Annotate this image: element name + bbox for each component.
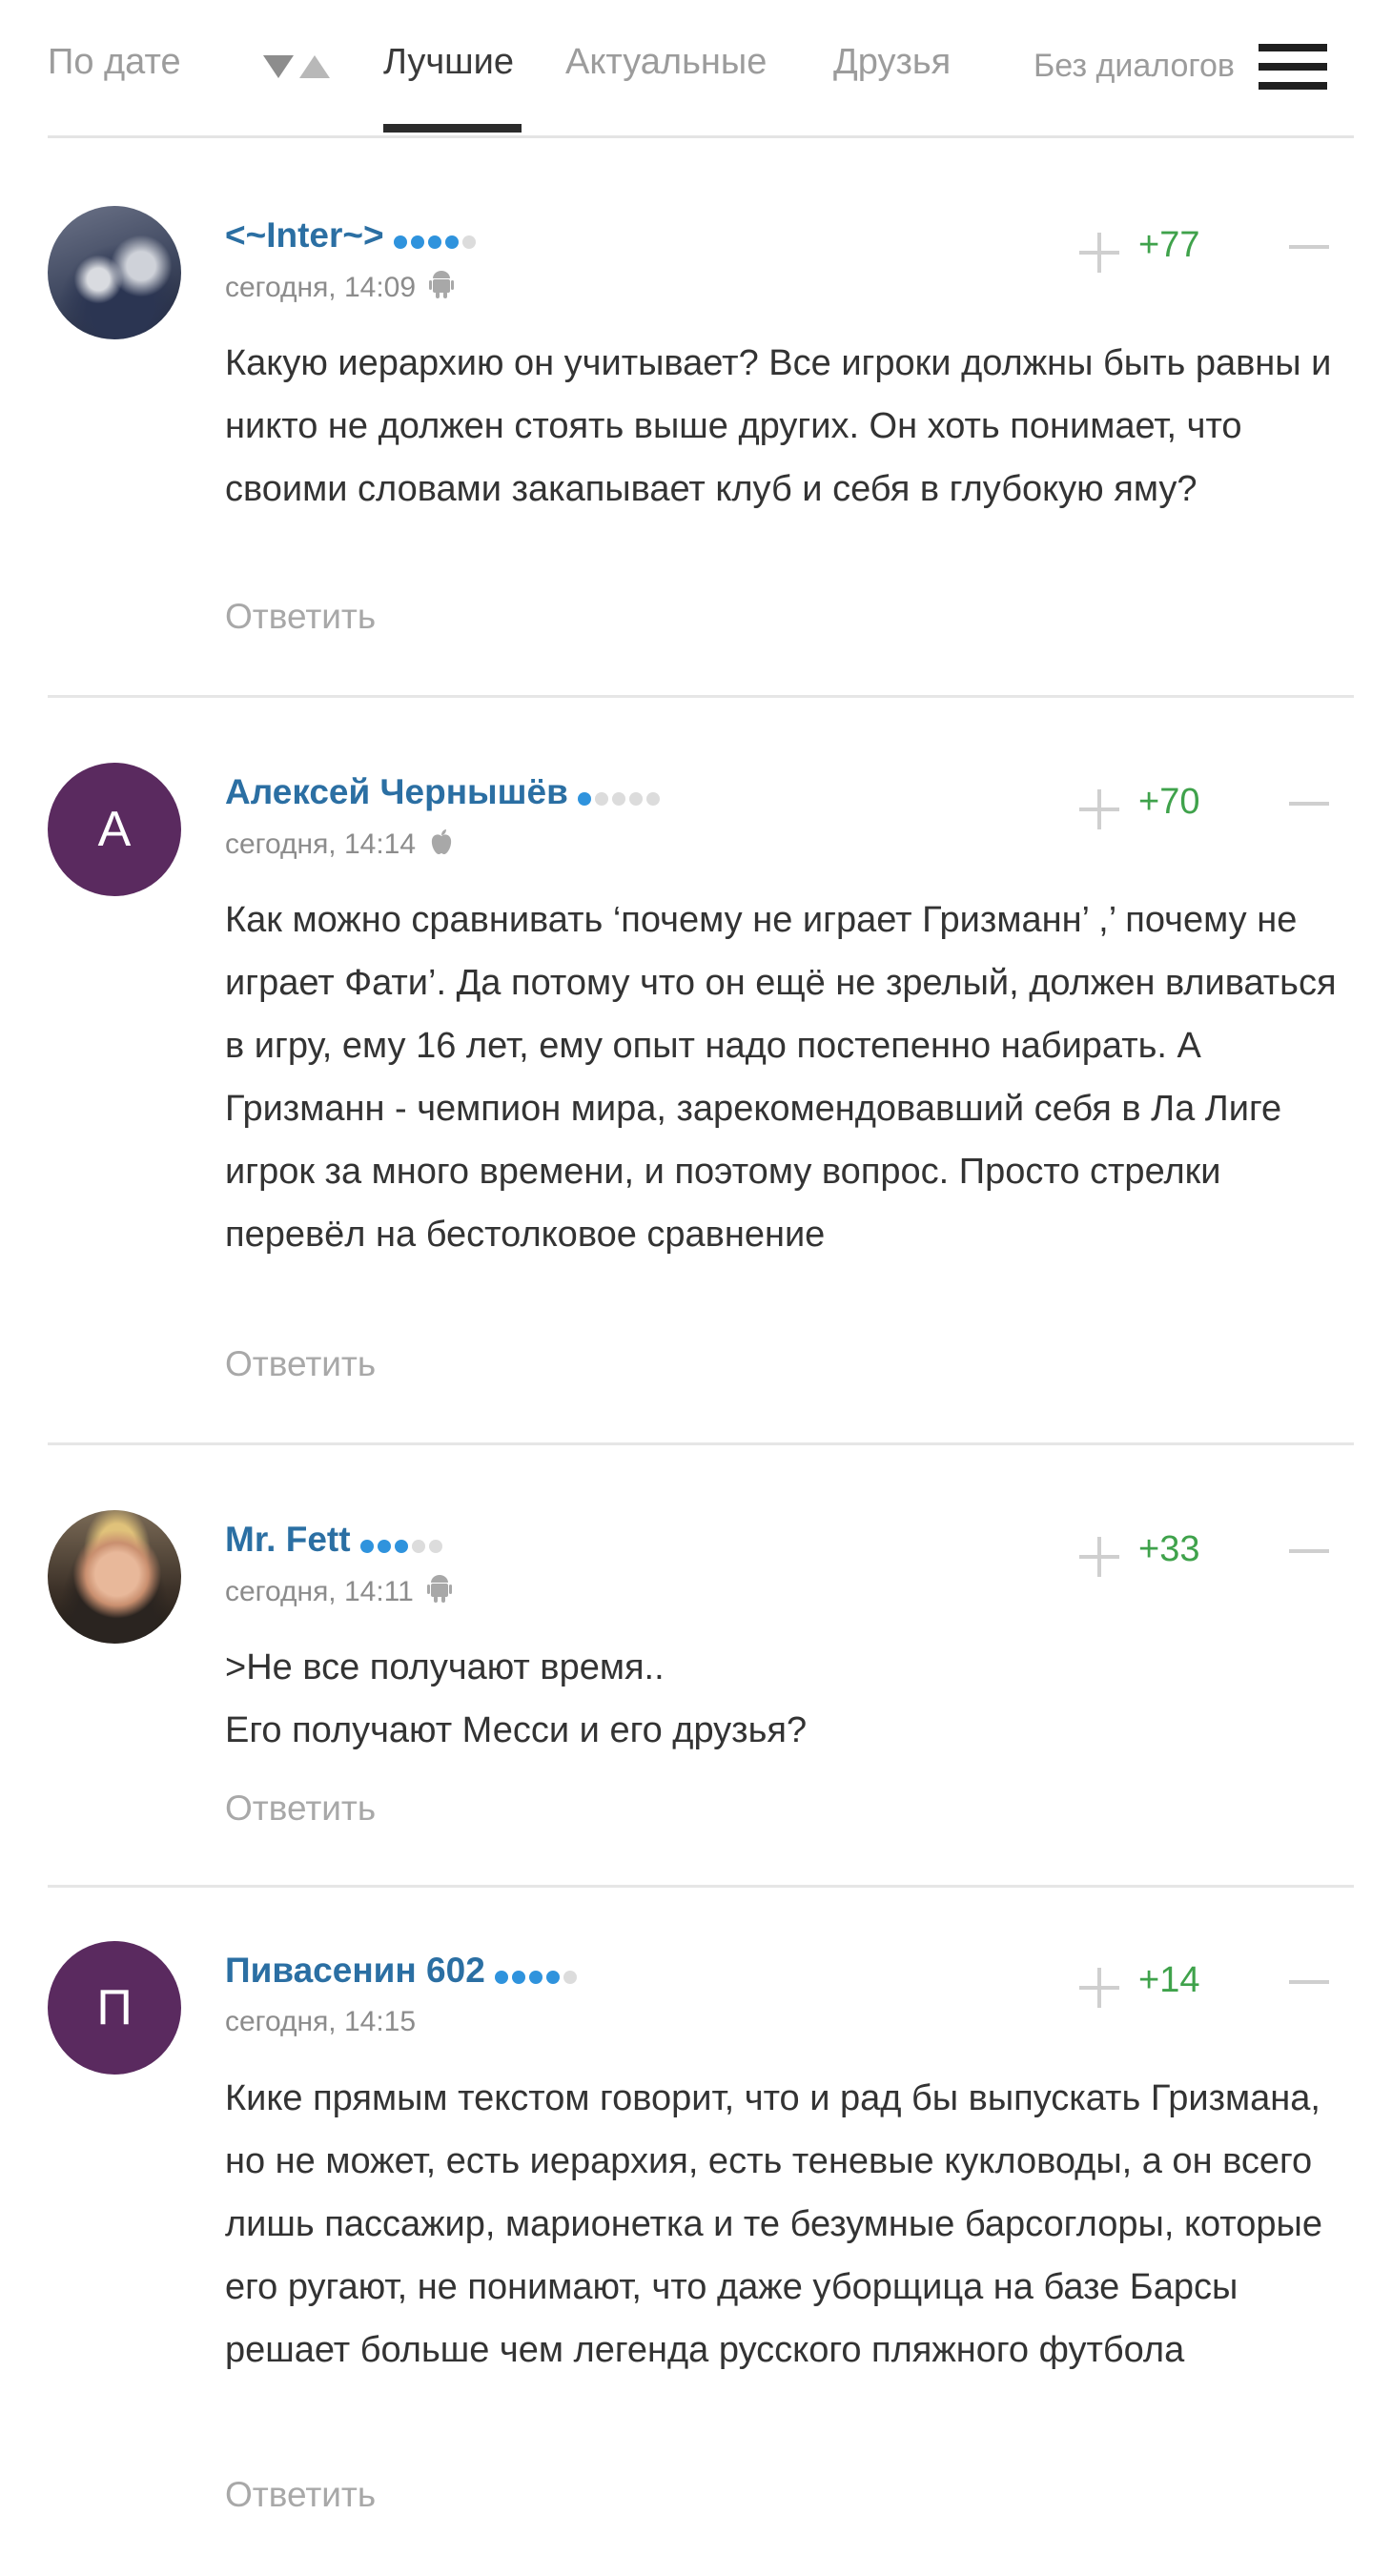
vote-controls: +70 (1079, 782, 1329, 829)
avatar[interactable] (48, 1510, 181, 1644)
comment-divider (48, 695, 1354, 698)
tab-actual[interactable]: Актуальные (565, 40, 767, 84)
vote-score: +77 (1138, 225, 1200, 265)
comment-time: сегодня, 14:11 (225, 1575, 414, 1607)
comment-meta: сегодня, 14:11 (225, 1575, 452, 1611)
downvote-minus-icon[interactable] (1289, 245, 1329, 249)
android-icon (429, 271, 455, 307)
vote-controls: +77 (1079, 225, 1329, 273)
tab-friends[interactable]: Друзья (833, 40, 951, 84)
comment-text: >Не все получают время.. Его получают Ме… (225, 1647, 808, 1750)
rank-dots (577, 774, 664, 814)
comment-time: сегодня, 14:14 (225, 828, 417, 860)
no-dialogs-toggle[interactable]: Без диалогов (1034, 48, 1235, 85)
comment-item: А Алексей Чернышёв сегодня, 14:14 +70 Ка… (48, 763, 1354, 1445)
reply-link[interactable]: Ответить (225, 2475, 376, 2515)
comment-text: Кике прямым текстом говорит, что и рад б… (225, 2078, 1323, 2370)
vote-score: +33 (1138, 1529, 1200, 1569)
sort-down-icon (263, 55, 294, 78)
comment-text: Как можно сравнивать ‘почему не играет Г… (225, 900, 1337, 1255)
upvote-plus-icon[interactable] (1079, 789, 1119, 829)
vote-controls: +33 (1079, 1529, 1329, 1577)
comment-meta: сегодня, 14:09 (225, 271, 455, 307)
comment-author[interactable]: Mr. Fett (225, 1520, 446, 1562)
vote-score: +14 (1138, 1960, 1200, 2000)
comment-item: П Пивасенин 602 сегодня, 14:15 +14 Кике … (48, 1941, 1354, 2551)
comment-item: <~Inter~> сегодня, 14:09 +77 Какую иерар… (48, 206, 1354, 698)
reply-link[interactable]: Ответить (225, 1789, 376, 1829)
downvote-minus-icon[interactable] (1289, 802, 1329, 806)
sort-direction-toggle[interactable] (263, 55, 336, 78)
comment-time: сегодня, 14:15 (225, 2006, 417, 2037)
hamburger-menu-icon[interactable] (1259, 44, 1327, 92)
comment-meta: сегодня, 14:15 (225, 2006, 416, 2038)
avatar[interactable]: П (48, 1941, 181, 2075)
comment-meta: сегодня, 14:14 (225, 828, 454, 864)
android-icon (426, 1575, 452, 1611)
comment-divider (48, 1885, 1354, 1888)
upvote-plus-icon[interactable] (1079, 1537, 1119, 1577)
tab-best[interactable]: Лучшие (383, 40, 514, 84)
upvote-plus-icon[interactable] (1079, 233, 1119, 273)
active-tab-indicator (383, 124, 522, 133)
avatar[interactable] (48, 206, 181, 339)
rank-dots (393, 217, 480, 257)
comment-text: Какую иерархию он учитывает? Все игроки … (225, 343, 1332, 509)
rank-dots (359, 1522, 446, 1562)
comment-author[interactable]: Пивасенин 602 (225, 1951, 581, 1993)
reply-link[interactable]: Ответить (225, 1344, 376, 1384)
comment-item: Mr. Fett сегодня, 14:11 +33 >Не все полу… (48, 1510, 1354, 1888)
rank-dots (494, 1952, 581, 1993)
reply-link[interactable]: Ответить (225, 597, 376, 637)
apple-icon (429, 828, 454, 864)
comment-sort-tabs: По дате Лучшие Актуальные Друзья Без диа… (48, 0, 1354, 138)
comment-author[interactable]: Алексей Чернышёв (225, 772, 664, 814)
comment-time: сегодня, 14:09 (225, 271, 417, 303)
avatar[interactable]: А (48, 763, 181, 896)
comments-page: По дате Лучшие Актуальные Друзья Без диа… (0, 0, 1392, 2576)
downvote-minus-icon[interactable] (1289, 1549, 1329, 1553)
vote-controls: +14 (1079, 1960, 1329, 2008)
comment-author[interactable]: <~Inter~> (225, 215, 480, 257)
vote-score: +70 (1138, 782, 1200, 822)
downvote-minus-icon[interactable] (1289, 1980, 1329, 1984)
upvote-plus-icon[interactable] (1079, 1968, 1119, 2008)
comment-divider (48, 1442, 1354, 1445)
sort-up-icon (299, 55, 330, 78)
tab-by-date[interactable]: По дате (48, 40, 181, 84)
